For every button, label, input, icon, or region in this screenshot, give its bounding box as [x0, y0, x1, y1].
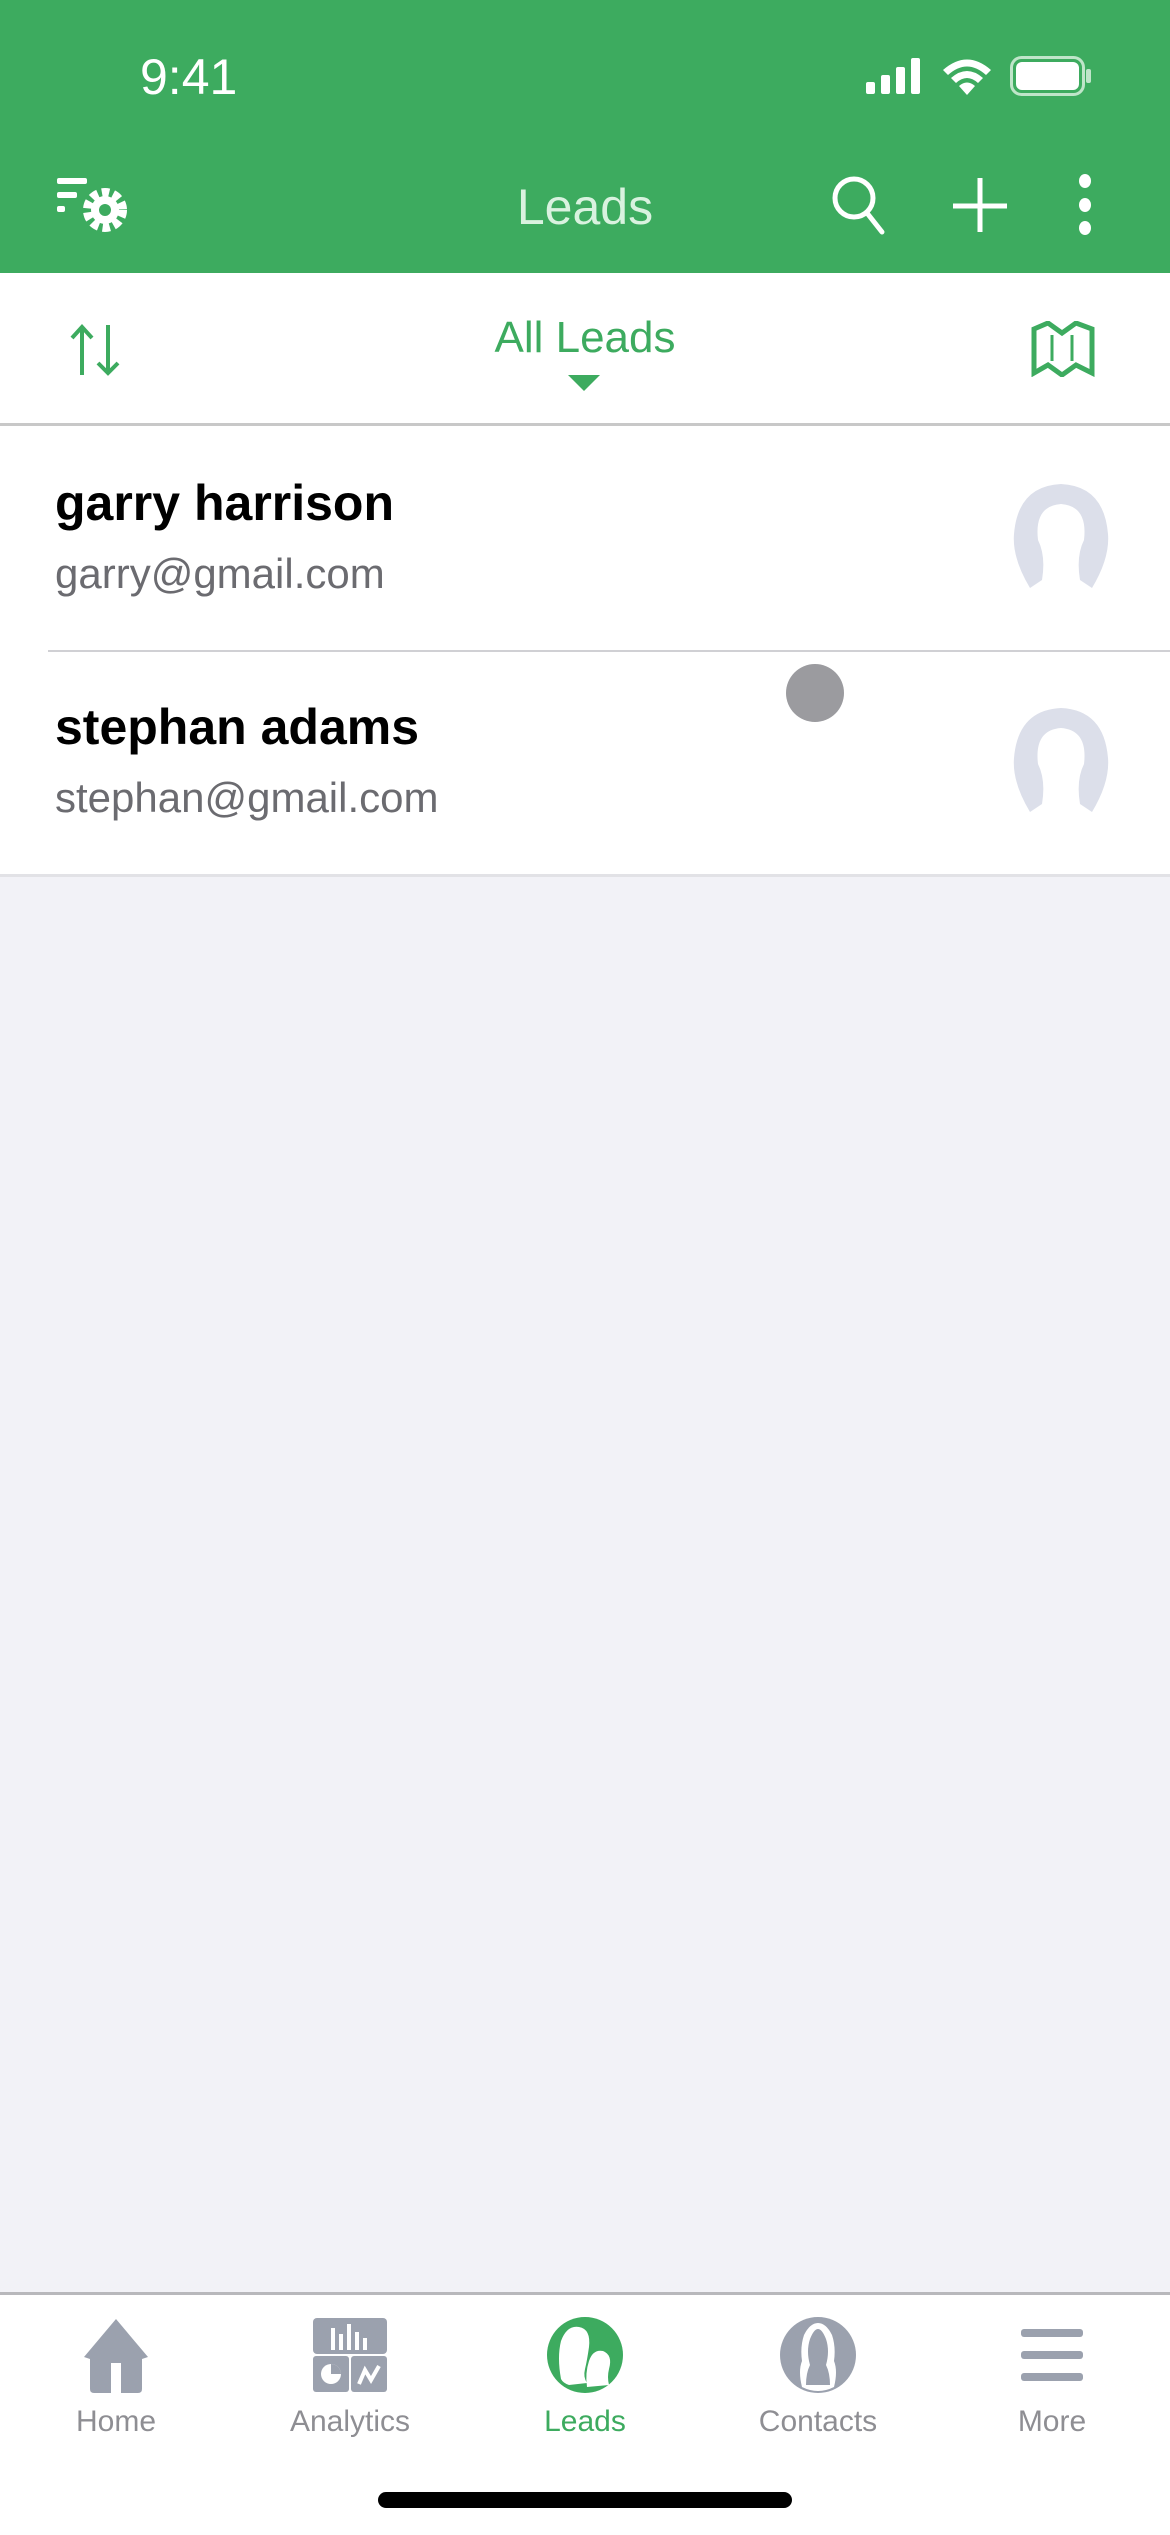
- search-icon[interactable]: [830, 170, 890, 236]
- filter-dropdown[interactable]: All Leads: [0, 313, 1170, 363]
- lead-email: garry@gmail.com: [55, 550, 385, 597]
- lead-row[interactable]: stephan adams stephan@gmail.com: [0, 650, 1170, 874]
- analytics-icon: [313, 2318, 387, 2392]
- avatar-placeholder-icon: [1013, 484, 1109, 588]
- tab-more[interactable]: More: [942, 2315, 1162, 2439]
- leads-icon: [547, 2317, 623, 2393]
- cellular-signal-icon: [866, 58, 920, 94]
- menu-icon: [1021, 2329, 1083, 2381]
- tab-label: Leads: [544, 2405, 626, 2438]
- more-vertical-icon[interactable]: [1070, 170, 1100, 236]
- caret-down-icon[interactable]: [566, 373, 602, 393]
- wifi-icon: [943, 59, 991, 95]
- filter-bar: All Leads: [0, 273, 1170, 426]
- lead-row[interactable]: garry harrison garry@gmail.com: [0, 426, 1170, 650]
- home-indicator[interactable]: [378, 2492, 792, 2508]
- tab-label: Home: [75, 2405, 157, 2438]
- battery-icon: [1010, 56, 1091, 96]
- tab-label: More: [1017, 2405, 1087, 2438]
- map-icon[interactable]: [1030, 321, 1100, 377]
- avatar-placeholder-icon: [1013, 708, 1109, 812]
- plus-icon[interactable]: [950, 170, 1010, 236]
- contacts-icon: [780, 2317, 856, 2393]
- lead-email: stephan@gmail.com: [55, 774, 439, 821]
- tab-label: Analytics: [289, 2405, 411, 2438]
- leads-list: garry harrison garry@gmail.com stephan a…: [0, 426, 1170, 877]
- tab-label: Contacts: [758, 2405, 878, 2438]
- app-header: 9:41 Leads: [0, 0, 1170, 273]
- tab-home[interactable]: Home: [6, 2315, 226, 2439]
- tab-leads[interactable]: Leads: [475, 2315, 695, 2439]
- tab-contacts[interactable]: Contacts: [708, 2315, 928, 2439]
- tab-analytics[interactable]: Analytics: [240, 2315, 460, 2439]
- touch-indicator: [786, 664, 844, 722]
- lead-name: stephan adams: [55, 699, 420, 755]
- home-icon: [84, 2319, 148, 2393]
- status-time: 9:41: [140, 49, 238, 105]
- status-icons: [866, 56, 1092, 96]
- lead-name: garry harrison: [55, 475, 395, 531]
